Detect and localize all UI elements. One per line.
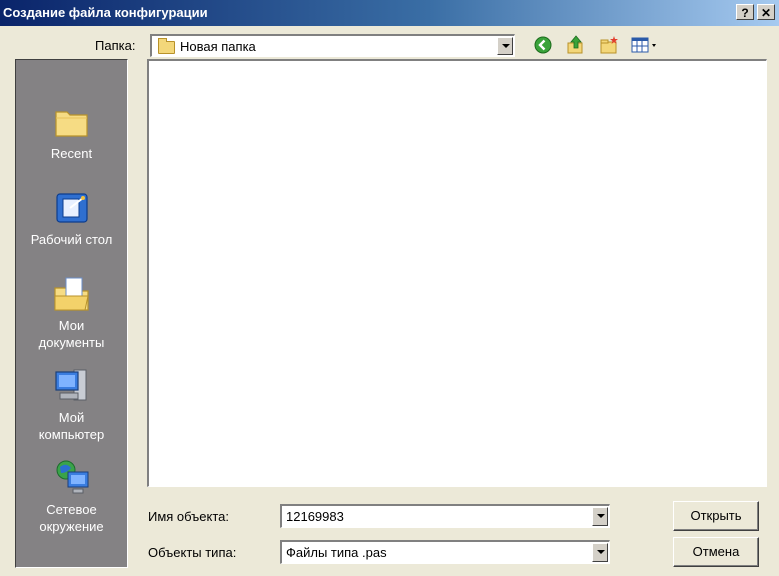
desktop-icon (52, 188, 92, 228)
new-folder-icon[interactable] (599, 35, 619, 55)
folder-select-value: Новая папка (180, 39, 256, 54)
my-computer-icon (52, 366, 92, 406)
place-my-computer[interactable]: Мой компьютер (16, 366, 127, 443)
place-recent[interactable]: Recent (16, 102, 127, 162)
network-icon (52, 458, 92, 498)
place-my-documents[interactable]: Мои документы (16, 274, 127, 351)
cancel-button[interactable]: Отмена (673, 537, 759, 567)
close-button[interactable]: ✕ (757, 4, 775, 20)
chevron-down-icon[interactable] (592, 543, 608, 562)
my-documents-icon (52, 274, 92, 314)
file-list[interactable] (147, 59, 767, 487)
title-bar[interactable]: Создание файла конфигурации ? ✕ (0, 0, 779, 26)
chevron-down-icon[interactable] (497, 37, 513, 55)
view-menu-icon[interactable] (631, 35, 659, 55)
place-my-computer-label: Мой компьютер (38, 410, 105, 442)
folder-label: Папка: (95, 38, 136, 53)
filetype-value: Файлы типа .pas (286, 545, 387, 560)
filename-label: Имя объекта: (148, 509, 230, 524)
chevron-down-icon[interactable] (592, 507, 608, 526)
recent-folder-icon (52, 102, 92, 142)
place-network[interactable]: Сетевое окружение (16, 458, 127, 535)
window-title: Создание файла конфигурации (3, 5, 208, 20)
folder-select[interactable]: Новая папка (150, 34, 515, 57)
places-bar: Recent Рабочий стол Мои документы Мой ко… (15, 59, 128, 568)
place-recent-label: Recent (50, 146, 93, 161)
back-icon[interactable] (533, 35, 553, 55)
filetype-label: Объекты типа: (148, 545, 237, 560)
help-button[interactable]: ? (736, 4, 754, 20)
filename-input[interactable]: 12169983 (280, 504, 610, 528)
place-my-documents-label: Мои документы (38, 318, 105, 350)
folder-icon (158, 38, 175, 54)
place-desktop[interactable]: Рабочий стол (16, 188, 127, 248)
filename-value: 12169983 (286, 509, 344, 524)
place-desktop-label: Рабочий стол (30, 232, 113, 247)
up-folder-icon[interactable] (566, 35, 586, 55)
filetype-select[interactable]: Файлы типа .pas (280, 540, 610, 564)
open-button[interactable]: Открыть (673, 501, 759, 531)
place-network-label: Сетевое окружение (39, 502, 104, 534)
